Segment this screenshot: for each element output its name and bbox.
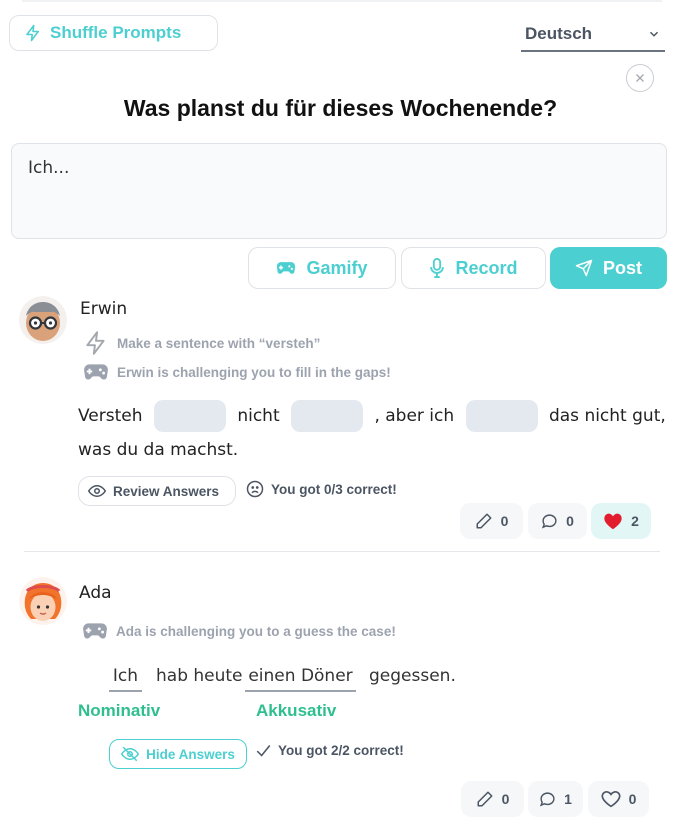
challenge-text: Erwin is challenging you to fill in the … bbox=[117, 364, 391, 380]
result-status: You got 2/2 correct! bbox=[256, 743, 404, 758]
like-count: 0 bbox=[628, 791, 637, 807]
challenge-text: Ada is challenging you to a guess the ca… bbox=[116, 623, 396, 639]
sentence-text: was du da machst. bbox=[78, 440, 239, 460]
pencil-icon bbox=[477, 791, 493, 807]
eye-icon bbox=[88, 484, 106, 498]
comment-count: 1 bbox=[564, 791, 572, 807]
record-button[interactable]: Record bbox=[401, 247, 546, 289]
post-button[interactable]: Post bbox=[550, 247, 667, 289]
result-text: You got 2/2 correct! bbox=[278, 743, 404, 758]
like-count: 2 bbox=[631, 513, 639, 529]
gap-sentence: Versteh nicht , aber ich das nicht gut, … bbox=[78, 399, 668, 467]
challenge-line: Ada is challenging you to a guess the ca… bbox=[82, 621, 396, 641]
close-icon bbox=[636, 74, 644, 82]
comment-icon bbox=[541, 513, 557, 528]
record-label: Record bbox=[455, 257, 518, 278]
shuffle-prompts-button[interactable]: Shuffle Prompts bbox=[9, 15, 218, 51]
post-username: Ada bbox=[79, 583, 112, 603]
top-divider bbox=[22, 0, 662, 2]
post-username: Erwin bbox=[80, 299, 128, 319]
send-icon bbox=[575, 259, 593, 277]
hide-answers-button[interactable]: Hide Answers bbox=[109, 739, 247, 769]
gamepad-icon bbox=[84, 364, 108, 380]
heart-outline-icon bbox=[601, 791, 621, 808]
sentence-text: Versteh bbox=[78, 406, 143, 426]
sentence-text: nicht bbox=[237, 406, 280, 426]
comment-icon bbox=[539, 791, 555, 806]
gap-input[interactable] bbox=[153, 400, 226, 432]
language-value: Deutsch bbox=[525, 24, 593, 43]
edit-count-button[interactable]: 0 bbox=[460, 503, 523, 539]
chevron-down-icon bbox=[649, 31, 659, 37]
review-answers-label: Review Answers bbox=[113, 483, 220, 499]
microphone-icon bbox=[430, 258, 445, 278]
avatar bbox=[19, 296, 67, 344]
like-count-button[interactable]: 0 bbox=[588, 781, 649, 817]
post-divider bbox=[24, 551, 660, 552]
comment-count: 0 bbox=[566, 513, 574, 529]
prompt-reference: Make a sentence with “versteh” bbox=[83, 330, 320, 356]
lightning-icon bbox=[86, 331, 105, 355]
review-answers-button[interactable]: Review Answers bbox=[78, 476, 236, 506]
sentence-text: das nicht gut, bbox=[548, 406, 666, 426]
edit-count: 0 bbox=[501, 791, 510, 807]
result-text: You got 0/3 correct! bbox=[271, 481, 397, 497]
challenge-line: Erwin is challenging you to fill in the … bbox=[83, 362, 391, 382]
comment-count-button[interactable]: 0 bbox=[528, 503, 587, 539]
case-label: Nominativ bbox=[78, 701, 161, 720]
sad-face-icon bbox=[246, 480, 264, 498]
gamepad-icon bbox=[277, 262, 296, 274]
close-button[interactable] bbox=[626, 64, 654, 92]
answer-input[interactable] bbox=[11, 143, 667, 239]
result-status: You got 0/3 correct! bbox=[246, 480, 397, 498]
gamify-button[interactable]: Gamify bbox=[248, 247, 396, 289]
edit-count-button[interactable]: 0 bbox=[461, 781, 524, 817]
prompt-reference-text: Make a sentence with “versteh” bbox=[117, 335, 321, 351]
sentence-text: , aber ich bbox=[374, 406, 455, 426]
case-label: Akkusativ bbox=[256, 701, 337, 720]
prompt-title: Was planst du für dieses Wochenende? bbox=[123, 95, 558, 121]
post-label: Post bbox=[602, 257, 642, 278]
language-select[interactable]: Deutsch bbox=[521, 18, 665, 52]
gap-input[interactable] bbox=[465, 400, 538, 432]
sentence-text: hab heute bbox=[156, 666, 243, 686]
pencil-icon bbox=[476, 513, 492, 529]
eye-off-icon bbox=[121, 746, 140, 762]
checkmark-icon bbox=[256, 745, 271, 757]
heart-icon bbox=[604, 513, 622, 530]
gamepad-icon bbox=[83, 623, 107, 639]
sentence-text: gegessen. bbox=[369, 666, 456, 686]
case-word[interactable]: Ich bbox=[109, 666, 142, 692]
like-count-button[interactable]: 2 bbox=[591, 503, 651, 539]
case-word[interactable]: einen Döner bbox=[245, 666, 356, 692]
gap-input[interactable] bbox=[291, 400, 364, 432]
gamify-label: Gamify bbox=[306, 257, 368, 278]
avatar bbox=[19, 577, 67, 625]
hide-answers-label: Hide Answers bbox=[146, 746, 235, 762]
edit-count: 0 bbox=[500, 513, 509, 529]
comment-count-button[interactable]: 1 bbox=[528, 781, 583, 817]
lightning-icon bbox=[26, 24, 39, 42]
shuffle-prompts-label: Shuffle Prompts bbox=[50, 23, 182, 42]
